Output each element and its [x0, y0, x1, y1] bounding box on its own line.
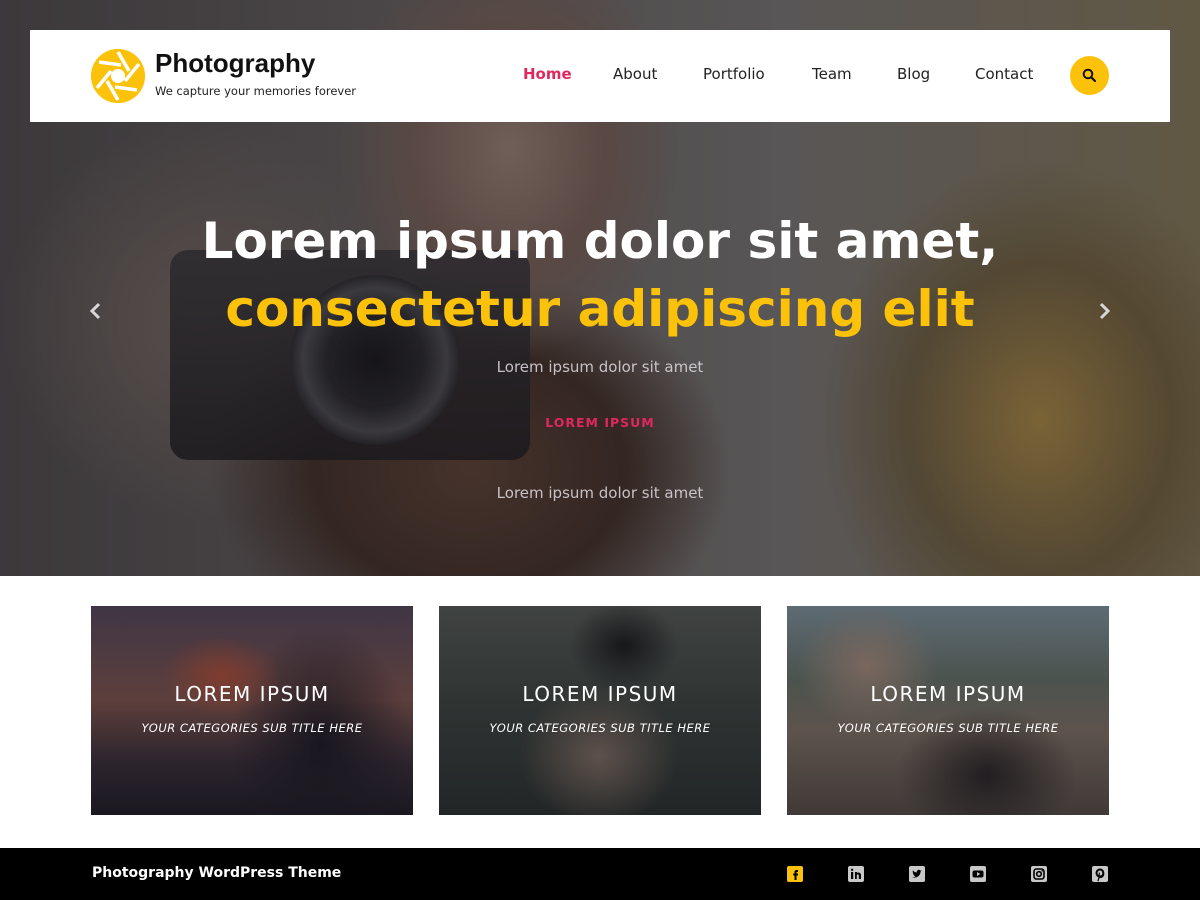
- nav-item-home[interactable]: Home: [523, 65, 572, 83]
- nav-item-blog[interactable]: Blog: [897, 65, 930, 83]
- site-footer: Photography WordPress Theme: [0, 848, 1200, 900]
- category-subtitle: YOUR CATEGORIES SUB TITLE HERE: [489, 721, 711, 735]
- nav-item-team[interactable]: Team: [812, 65, 852, 83]
- nav-item-contact[interactable]: Contact: [975, 65, 1033, 83]
- slider-next-button[interactable]: [1094, 300, 1114, 322]
- youtube-icon: [970, 866, 986, 882]
- category-card-overlay: [439, 606, 761, 815]
- facebook-icon: [787, 866, 803, 882]
- hero-title-line2: consectetur adipiscing elit: [225, 280, 975, 338]
- category-subtitle: YOUR CATEGORIES SUB TITLE HERE: [837, 721, 1059, 735]
- twitter-icon: [909, 866, 925, 882]
- site-header: Photography We capture your memories for…: [30, 30, 1170, 122]
- site-tagline: We capture your memories forever: [155, 84, 357, 98]
- slider-prev-button[interactable]: [86, 300, 106, 322]
- twitter-link[interactable]: [909, 866, 925, 882]
- category-card-overlay: [787, 606, 1109, 815]
- category-title: LOREM IPSUM: [870, 682, 1026, 706]
- instagram-icon: [1031, 866, 1047, 882]
- search-button[interactable]: [1070, 56, 1109, 95]
- pinterest-icon: [1092, 866, 1108, 882]
- category-title: LOREM IPSUM: [174, 682, 330, 706]
- instagram-link[interactable]: [1031, 866, 1047, 882]
- nav-item-portfolio[interactable]: Portfolio: [703, 65, 765, 83]
- category-card[interactable]: LOREM IPSUM YOUR CATEGORIES SUB TITLE HE…: [439, 606, 761, 815]
- camera-aperture-logo-icon[interactable]: [91, 49, 145, 103]
- footer-copyright: Photography WordPress Theme: [92, 865, 342, 881]
- facebook-link[interactable]: [787, 866, 803, 882]
- chevron-right-icon: [1099, 302, 1111, 320]
- youtube-link[interactable]: [970, 866, 986, 882]
- category-card-overlay: [91, 606, 413, 815]
- pinterest-link[interactable]: [1092, 866, 1108, 882]
- hero-subtitle-secondary: Lorem ipsum dolor sit amet: [496, 484, 704, 502]
- site-title[interactable]: Photography: [155, 48, 315, 79]
- linkedin-icon: [848, 866, 864, 882]
- hero-subtitle: Lorem ipsum dolor sit amet: [496, 358, 704, 376]
- category-card[interactable]: LOREM IPSUM YOUR CATEGORIES SUB TITLE HE…: [91, 606, 413, 815]
- category-title: LOREM IPSUM: [522, 682, 678, 706]
- hero-title-line1: Lorem ipsum dolor sit amet,: [201, 212, 999, 270]
- nav-item-about[interactable]: About: [613, 65, 657, 83]
- category-card[interactable]: LOREM IPSUM YOUR CATEGORIES SUB TITLE HE…: [787, 606, 1109, 815]
- chevron-left-icon: [89, 302, 101, 320]
- search-icon: [1082, 68, 1097, 83]
- linkedin-link[interactable]: [848, 866, 864, 882]
- hero-read-more-button[interactable]: LOREM IPSUM: [0, 415, 1200, 430]
- category-subtitle: YOUR CATEGORIES SUB TITLE HERE: [141, 721, 363, 735]
